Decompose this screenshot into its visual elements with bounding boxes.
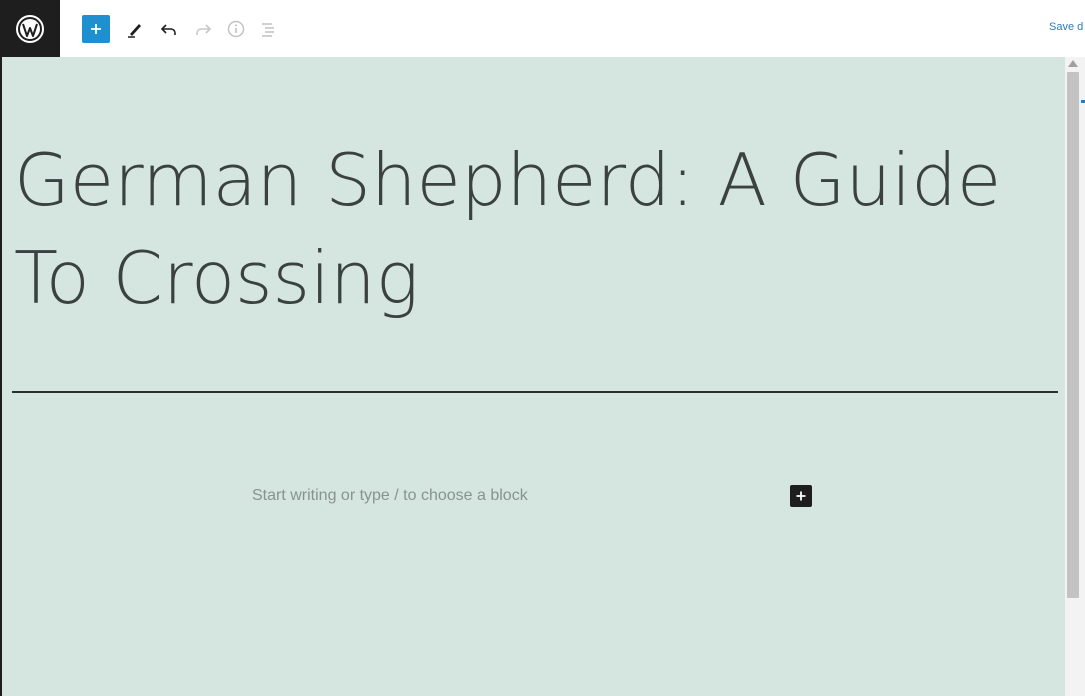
block-inserter-button[interactable] bbox=[82, 15, 110, 43]
redo-button[interactable] bbox=[192, 18, 214, 40]
wordpress-logo-icon bbox=[16, 14, 44, 43]
scrollbar-thumb[interactable] bbox=[1067, 72, 1079, 598]
details-button[interactable] bbox=[225, 18, 247, 40]
scroll-up-arrow-icon[interactable] bbox=[1068, 60, 1078, 67]
post-title[interactable]: German Shepherd: A Guide To Crossing bbox=[14, 131, 1059, 327]
plus-icon bbox=[91, 24, 101, 34]
info-icon bbox=[227, 20, 245, 38]
tools-button[interactable] bbox=[124, 18, 146, 40]
wordpress-logo-button[interactable] bbox=[0, 0, 60, 57]
pencil-icon bbox=[128, 24, 141, 38]
sidebar-edge-marker bbox=[1081, 100, 1085, 103]
block-placeholder[interactable]: Start writing or type / to choose a bloc… bbox=[252, 487, 528, 505]
editor-toolbar: Save d bbox=[0, 0, 1085, 58]
plus-icon bbox=[796, 491, 806, 501]
undo-icon bbox=[160, 24, 176, 35]
editor-canvas: German Shepherd: A Guide To Crossing Sta… bbox=[0, 57, 1065, 696]
save-draft-button[interactable]: Save d bbox=[1049, 21, 1085, 33]
separator-block[interactable] bbox=[12, 391, 1058, 393]
redo-icon bbox=[196, 24, 212, 35]
undo-button[interactable] bbox=[158, 18, 180, 40]
add-block-button[interactable] bbox=[790, 485, 812, 507]
list-view-button[interactable] bbox=[258, 18, 280, 40]
list-view-icon bbox=[262, 23, 274, 37]
